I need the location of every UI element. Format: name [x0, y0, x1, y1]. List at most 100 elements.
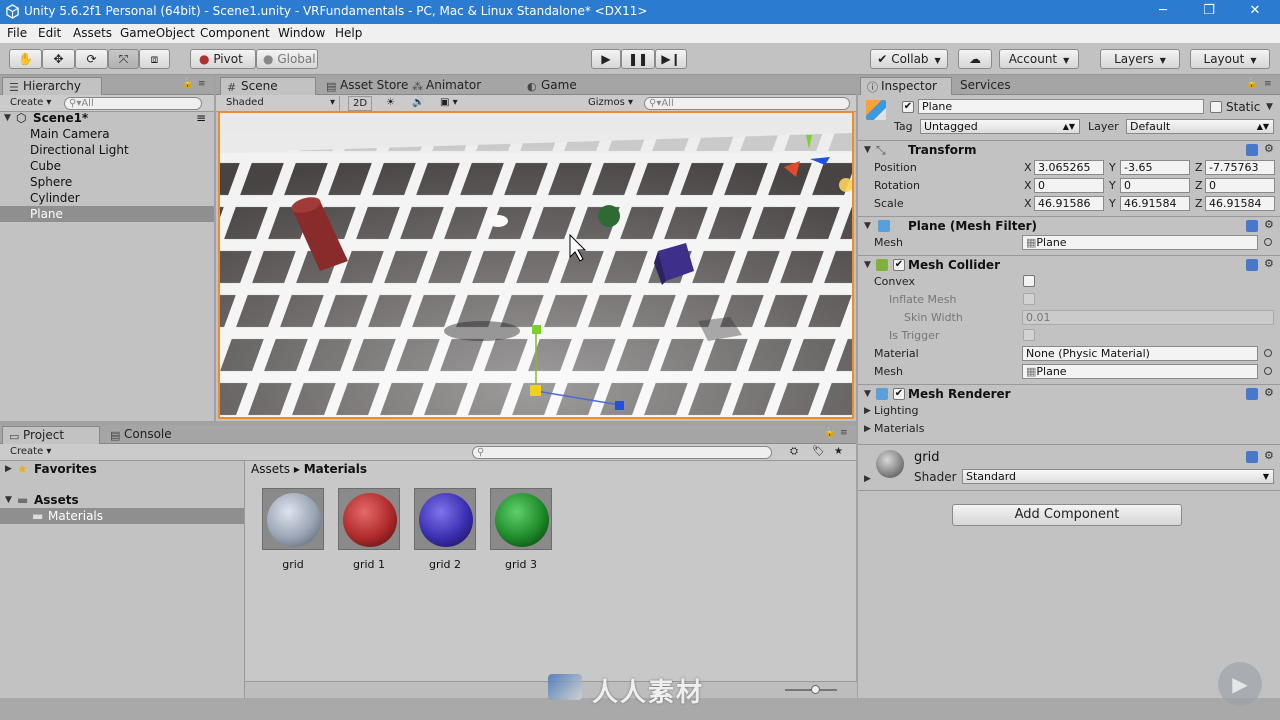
global-toggle[interactable]: ● Global: [256, 49, 318, 69]
collapse-arrow-icon[interactable]: ▼: [864, 145, 871, 155]
gear-icon[interactable]: ⚙: [1264, 449, 1274, 462]
tag-dropdown[interactable]: Untagged ▲▼: [920, 119, 1080, 134]
rotation-y-field[interactable]: 0: [1120, 178, 1190, 193]
position-z-field[interactable]: -7.75763: [1205, 160, 1275, 175]
sphere-object[interactable]: [598, 205, 620, 227]
menu-window[interactable]: Window: [278, 26, 325, 40]
breadcrumb-root[interactable]: Assets: [251, 462, 290, 476]
lighting-toggle-icon[interactable]: ☀: [382, 96, 399, 111]
hierarchy-create-button[interactable]: Create ▾: [6, 96, 55, 111]
project-search-input[interactable]: ⚲: [472, 446, 772, 459]
collab-dropdown[interactable]: ✔ Collab ▼: [870, 49, 948, 69]
expand-arrow-icon[interactable]: ▶: [864, 474, 871, 484]
expand-arrow-icon[interactable]: ▶: [864, 424, 871, 434]
materials-folder-row[interactable]: ▬ Materials: [0, 508, 244, 524]
hierarchy-item[interactable]: Cylinder: [0, 190, 214, 206]
help-book-icon[interactable]: [1246, 259, 1258, 271]
scene-search-input[interactable]: ⚲▾All: [644, 97, 850, 110]
menu-gameobject[interactable]: GameObject: [120, 26, 195, 40]
physic-material-field[interactable]: None (Physic Material): [1022, 346, 1258, 361]
menu-file[interactable]: File: [7, 26, 27, 40]
collapse-arrow-icon[interactable]: ▼: [864, 260, 871, 270]
object-picker-icon[interactable]: [1264, 349, 1272, 357]
layers-dropdown[interactable]: Layers ▼: [1100, 49, 1180, 69]
tab-scene[interactable]: # Scene: [220, 77, 316, 95]
rotation-z-field[interactable]: 0: [1205, 178, 1275, 193]
gear-icon[interactable]: ⚙: [1264, 257, 1274, 270]
mesh-object-field[interactable]: ▦Plane: [1022, 235, 1258, 250]
collapse-arrow-icon[interactable]: ▼: [864, 221, 871, 231]
layout-dropdown[interactable]: Layout ▼: [1190, 49, 1270, 69]
menu-help[interactable]: Help: [335, 26, 362, 40]
step-button[interactable]: ▶❙: [655, 49, 687, 69]
lighting-foldout[interactable]: Lighting: [874, 404, 918, 417]
tab-asset-store[interactable]: ▤ Asset Store: [320, 77, 410, 95]
hierarchy-search-input[interactable]: ⚲▾All: [64, 97, 202, 110]
account-dropdown[interactable]: Account ▼: [999, 49, 1079, 69]
project-create-button[interactable]: Create ▾: [6, 445, 55, 460]
hierarchy-item[interactable]: Main Camera: [0, 126, 214, 142]
material-asset[interactable]: grid 3: [490, 488, 552, 571]
shading-mode-dropdown[interactable]: Shaded ▾: [222, 96, 340, 111]
tab-hierarchy[interactable]: ☰ Hierarchy: [2, 77, 102, 95]
expand-arrow-icon[interactable]: ▼: [4, 110, 11, 126]
gear-icon[interactable]: ⚙: [1264, 386, 1274, 399]
expand-arrow-icon[interactable]: ▶: [864, 406, 871, 416]
effects-dropdown-icon[interactable]: ▣ ▾: [436, 96, 462, 111]
pause-button[interactable]: ❚❚: [621, 49, 655, 69]
scale-tool-button[interactable]: ⤧: [108, 49, 139, 69]
thumbnail-size-slider[interactable]: [785, 685, 837, 694]
favorite-star-icon[interactable]: ★: [830, 445, 847, 460]
object-picker-icon[interactable]: [1264, 238, 1272, 246]
object-name-field[interactable]: Plane: [918, 99, 1204, 114]
material-asset[interactable]: grid 1: [338, 488, 400, 571]
favorites-row[interactable]: ▶ ★ Favorites: [0, 461, 244, 477]
help-book-icon[interactable]: [1246, 220, 1258, 232]
panel-menu-icon[interactable]: ≡: [840, 428, 848, 438]
static-dropdown-icon[interactable]: ▼: [1266, 102, 1273, 112]
mesh-collider-enabled-checkbox[interactable]: ✔: [893, 259, 905, 271]
hierarchy-item-selected[interactable]: Plane: [0, 206, 214, 222]
scene-menu-icon[interactable]: ≡: [196, 110, 206, 126]
lock-icon[interactable]: 🔒: [1246, 79, 1257, 89]
collapse-arrow-icon[interactable]: ▼: [5, 492, 12, 508]
convex-checkbox[interactable]: [1023, 275, 1035, 287]
materials-foldout[interactable]: Materials: [874, 422, 924, 435]
hierarchy-item[interactable]: Sphere: [0, 174, 214, 190]
material-asset[interactable]: grid: [262, 488, 324, 571]
scene-root-row[interactable]: ▼ ⬡ Scene1* ≡: [0, 110, 214, 126]
layer-dropdown[interactable]: Default ▲▼: [1126, 119, 1274, 134]
gear-icon[interactable]: ⚙: [1264, 218, 1274, 231]
position-x-field[interactable]: 3.065265: [1034, 160, 1104, 175]
tab-console[interactable]: ▤ Console: [104, 426, 194, 444]
slider-handle[interactable]: [811, 685, 820, 694]
lock-icon[interactable]: 🔒: [182, 79, 193, 89]
cloud-button[interactable]: ☁: [958, 49, 992, 69]
rotate-tool-button[interactable]: ⟳: [75, 49, 108, 69]
tab-inspector[interactable]: ⓘ Inspector: [860, 77, 952, 95]
rect-tool-button[interactable]: ⧈: [139, 49, 170, 69]
lock-icon[interactable]: 🔒: [824, 428, 835, 438]
2d-toggle[interactable]: 2D: [348, 96, 373, 111]
material-asset[interactable]: grid 2: [414, 488, 476, 571]
help-book-icon[interactable]: [1246, 451, 1258, 463]
tab-animator[interactable]: ⁂ Animator: [406, 77, 496, 95]
expand-arrow-icon[interactable]: ▶: [5, 461, 12, 477]
help-book-icon[interactable]: [1246, 388, 1258, 400]
add-component-button[interactable]: Add Component: [952, 504, 1182, 526]
gear-icon[interactable]: ⚙: [1264, 142, 1274, 155]
rotation-x-field[interactable]: 0: [1034, 178, 1104, 193]
hierarchy-item[interactable]: Directional Light: [0, 142, 214, 158]
restore-button[interactable]: ❐: [1186, 0, 1232, 24]
menu-component[interactable]: Component: [200, 26, 270, 40]
tab-project[interactable]: ▭ Project: [2, 426, 100, 444]
mesh-renderer-enabled-checkbox[interactable]: ✔: [893, 388, 905, 400]
menu-edit[interactable]: Edit: [38, 26, 61, 40]
minimize-button[interactable]: ─: [1140, 0, 1186, 24]
active-checkbox[interactable]: ✔: [902, 101, 914, 113]
video-play-icon[interactable]: ▶: [1218, 662, 1262, 706]
tab-services[interactable]: Services: [952, 77, 1042, 95]
collapse-arrow-icon[interactable]: ▼: [864, 389, 871, 399]
shader-dropdown[interactable]: Standard ▼: [962, 469, 1274, 484]
gizmos-dropdown[interactable]: Gizmos ▾: [584, 96, 637, 111]
